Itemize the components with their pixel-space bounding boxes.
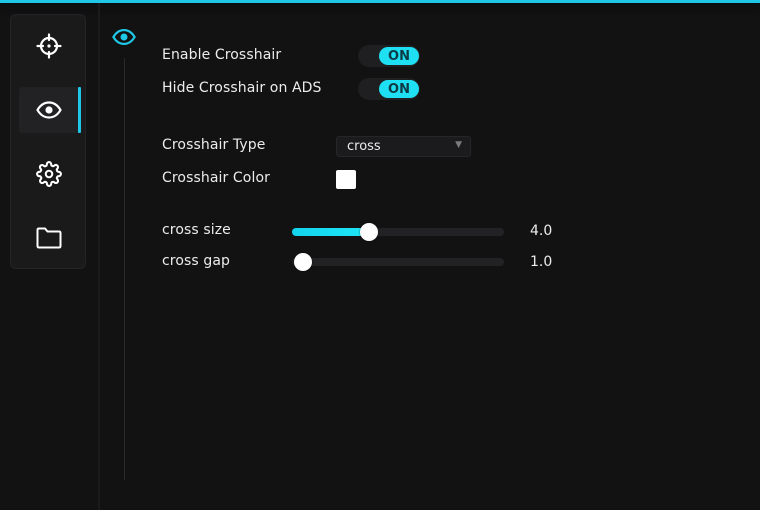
chevron-down-icon: ▼ [455, 140, 462, 150]
toggle-state: ON [379, 80, 419, 98]
hide-on-ads-label: Hide Crosshair on ADS [162, 80, 322, 96]
gear-icon [36, 161, 62, 187]
eye-icon [36, 101, 62, 119]
top-shade [0, 3, 760, 17]
sidebar [10, 14, 86, 269]
tree-line [124, 58, 125, 480]
cross-gap-value: 1.0 [530, 254, 553, 270]
crosshair-type-select[interactable]: cross ▼ [336, 136, 471, 157]
sidebar-item-crosshair[interactable] [19, 23, 79, 69]
crosshair-icon [36, 33, 62, 59]
cross-size-label: cross size [162, 222, 231, 238]
cross-gap-slider[interactable] [292, 253, 504, 271]
cross-gap-label: cross gap [162, 253, 231, 269]
crosshair-color-label: Crosshair Color [162, 170, 270, 186]
crosshair-color-swatch[interactable] [336, 170, 356, 189]
slider-thumb[interactable] [359, 223, 378, 241]
active-indicator [78, 87, 81, 133]
enable-crosshair-toggle[interactable]: ON [358, 45, 420, 67]
crosshair-type-value: cross [347, 139, 381, 154]
sidebar-item-settings[interactable] [19, 151, 79, 197]
cross-size-value: 4.0 [530, 223, 553, 239]
sidebar-item-visibility[interactable] [19, 87, 81, 133]
sidebar-item-profiles[interactable] [19, 215, 79, 261]
crosshair-type-label: Crosshair Type [162, 137, 266, 153]
sidebar-divider [98, 3, 100, 510]
hide-on-ads-toggle[interactable]: ON [358, 78, 420, 100]
toggle-state: ON [379, 47, 419, 65]
folder-icon [36, 227, 62, 249]
cross-size-slider[interactable] [292, 223, 504, 241]
enable-crosshair-label: Enable Crosshair [162, 47, 282, 63]
slider-thumb[interactable] [294, 253, 312, 271]
eye-icon [112, 28, 136, 46]
slider-fill [292, 228, 369, 236]
